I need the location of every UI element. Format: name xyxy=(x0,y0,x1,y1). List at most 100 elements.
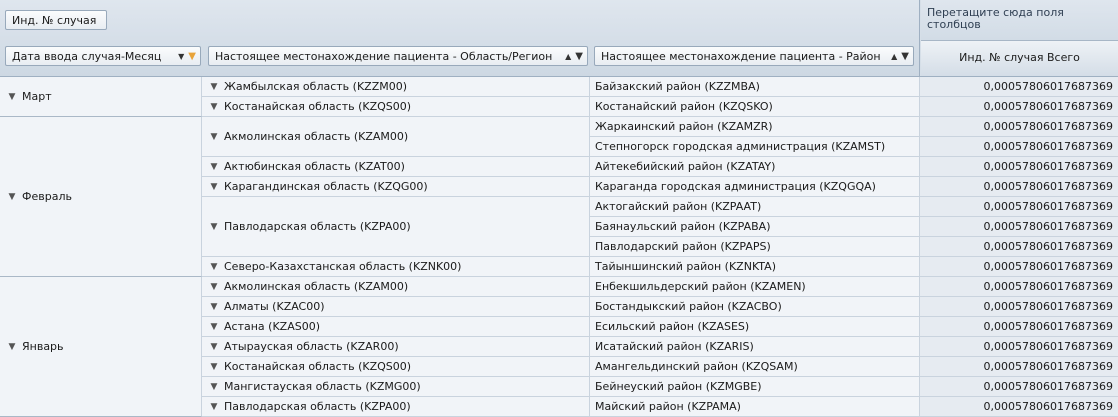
chevron-down-icon[interactable]: ▼ xyxy=(6,92,18,102)
district-row-header[interactable]: Караганда городская администрация (KZQGQ… xyxy=(590,177,920,197)
value-text: 0,00057806017687369 xyxy=(983,400,1113,413)
chevron-down-icon[interactable]: ▼ xyxy=(6,192,18,202)
district-row-header[interactable]: Исатайский район (KZARIS) xyxy=(590,337,920,357)
district-row-header[interactable]: Амангельдинский район (KZQSAM) xyxy=(590,357,920,377)
value-cell: 0,00057806017687369 xyxy=(920,337,1118,357)
chevron-down-icon[interactable]: ▼ xyxy=(208,342,220,352)
chevron-down-icon[interactable]: ▼ xyxy=(208,222,220,232)
chevron-down-icon[interactable]: ▼ xyxy=(208,282,220,292)
value-text: 0,00057806017687369 xyxy=(983,140,1113,153)
month-row-header[interactable]: ▼ Февраль xyxy=(0,117,202,277)
region-field-button[interactable]: Настоящее местонахождение пациента - Обл… xyxy=(208,46,588,66)
district-row-header[interactable]: Бейнеуский район (KZMGBE) xyxy=(590,377,920,397)
measure-header-label: Инд. № случая Всего xyxy=(959,51,1080,64)
region-label: Актюбинская область (KZAT00) xyxy=(224,160,405,173)
sort-triangle-icon[interactable]: ▲ xyxy=(565,52,571,61)
region-row-header[interactable]: ▼ Астана (KZAS00) xyxy=(202,317,590,337)
district-label: Актогайский район (KZPAAT) xyxy=(595,200,762,213)
region-label: Павлодарская область (KZPA00) xyxy=(224,400,411,413)
region-row-header[interactable]: ▼ Акмолинская область (KZAM00) xyxy=(202,117,590,157)
value-text: 0,00057806017687369 xyxy=(983,80,1113,93)
region-label: Костанайская область (KZQS00) xyxy=(224,100,412,113)
district-field-button[interactable]: Настоящее местонахождение пациента - Рай… xyxy=(594,46,914,66)
value-cell: 0,00057806017687369 xyxy=(920,177,1118,197)
pivot-grid: ▼ Март ▼ Жамбылская область (KZZM00) Байзакс… xyxy=(0,76,1118,417)
value-cell: 0,00057806017687369 xyxy=(920,157,1118,177)
district-row-header[interactable]: Байзакский район (KZZMBA) xyxy=(590,77,920,97)
region-row-header[interactable]: ▼ Павлодарская область (KZPA00) xyxy=(202,397,590,417)
month-field-button[interactable]: Дата ввода случая-Месяц ▼ ▼ xyxy=(5,46,201,66)
district-row-header[interactable]: Бостандыкский район (KZACBO) xyxy=(590,297,920,317)
month-row-header[interactable]: ▼ Январь xyxy=(0,277,202,417)
district-row-header[interactable]: Майский район (KZPAMA) xyxy=(590,397,920,417)
value-text: 0,00057806017687369 xyxy=(983,340,1113,353)
district-label: Айтекебийский район (KZATAY) xyxy=(595,160,776,173)
chevron-down-icon[interactable]: ▼ xyxy=(208,322,220,332)
district-row-header[interactable]: Актогайский район (KZPAAT) xyxy=(590,197,920,217)
district-row-header[interactable]: Баянаульский район (KZPABA) xyxy=(590,217,920,237)
chevron-down-icon[interactable]: ▼ xyxy=(6,342,18,352)
region-row-header[interactable]: ▼ Северо-Казахстанская область (KZNK00) xyxy=(202,257,590,277)
funnel-icon[interactable]: ▼ xyxy=(901,51,909,62)
region-row-header[interactable]: ▼ Карагандинская область (KZQG00) xyxy=(202,177,590,197)
region-row-header[interactable]: ▼ Атырауская область (KZAR00) xyxy=(202,337,590,357)
month-row-header[interactable]: ▼ Март xyxy=(0,77,202,117)
district-row-header[interactable]: Есильский район (KZASES) xyxy=(590,317,920,337)
district-label: Павлодарский район (KZPAPS) xyxy=(595,240,771,253)
chevron-down-icon[interactable]: ▼ xyxy=(208,402,220,412)
region-row-header[interactable]: ▼ Акмолинская область (KZAM00) xyxy=(202,277,590,297)
measure-header[interactable]: Инд. № случая Всего xyxy=(921,40,1118,76)
district-row-header[interactable]: Степногорск городская администрация (KZA… xyxy=(590,137,920,157)
chevron-down-icon[interactable]: ▼ xyxy=(208,302,220,312)
sort-triangle-icon[interactable]: ▲ xyxy=(891,52,897,61)
district-label: Майский район (KZPAMA) xyxy=(595,400,741,413)
value-cell: 0,00057806017687369 xyxy=(920,397,1118,417)
region-row-header[interactable]: ▼ Актюбинская область (KZAT00) xyxy=(202,157,590,177)
value-text: 0,00057806017687369 xyxy=(983,160,1113,173)
region-row-header[interactable]: ▼ Алматы (KZAC00) xyxy=(202,297,590,317)
district-row-header[interactable]: Костанайский район (KZQSKO) xyxy=(590,97,920,117)
district-row-header[interactable]: Енбекшильдерский район (KZAMEN) xyxy=(590,277,920,297)
chevron-down-icon[interactable]: ▼ xyxy=(208,382,220,392)
funnel-icon[interactable]: ▼ xyxy=(188,51,196,62)
region-row-header[interactable]: ▼ Костанайская область (KZQS00) xyxy=(202,357,590,377)
chevron-down-icon[interactable]: ▼ xyxy=(208,82,220,92)
region-row-header[interactable]: ▼ Жамбылская область (KZZM00) xyxy=(202,77,590,97)
district-row-header[interactable]: Жаркаинский район (KZAMZR) xyxy=(590,117,920,137)
district-row-header[interactable]: Павлодарский район (KZPAPS) xyxy=(590,237,920,257)
district-label: Баянаульский район (KZPABA) xyxy=(595,220,771,233)
value-text: 0,00057806017687369 xyxy=(983,320,1113,333)
chevron-down-icon[interactable]: ▼ xyxy=(208,162,220,172)
district-row-header[interactable]: Айтекебийский район (KZATAY) xyxy=(590,157,920,177)
value-cell: 0,00057806017687369 xyxy=(920,97,1118,117)
region-label: Атырауская область (KZAR00) xyxy=(224,340,399,353)
region-row-header[interactable]: ▼ Павлодарская область (KZPA00) xyxy=(202,197,590,257)
value-cell: 0,00057806017687369 xyxy=(920,297,1118,317)
region-row-header[interactable]: ▼ Костанайская область (KZQS00) xyxy=(202,97,590,117)
chevron-down-icon[interactable]: ▼ xyxy=(208,132,220,142)
region-label: Алматы (KZAC00) xyxy=(224,300,325,313)
value-text: 0,00057806017687369 xyxy=(983,100,1113,113)
region-label: Акмолинская область (KZAM00) xyxy=(224,130,409,143)
sort-triangle-icon[interactable]: ▼ xyxy=(178,52,184,61)
region-label: Астана (KZAS00) xyxy=(224,320,320,333)
region-label: Жамбылская область (KZZM00) xyxy=(224,80,408,93)
chevron-down-icon[interactable]: ▼ xyxy=(208,182,220,192)
region-label: Карагандинская область (KZQG00) xyxy=(224,180,428,193)
value-cell: 0,00057806017687369 xyxy=(920,117,1118,137)
case-id-field-button[interactable]: Инд. № случая xyxy=(5,10,107,30)
district-label: Амангельдинский район (KZQSAM) xyxy=(595,360,798,373)
value-cell: 0,00057806017687369 xyxy=(920,137,1118,157)
funnel-icon[interactable]: ▼ xyxy=(575,51,583,62)
value-text: 0,00057806017687369 xyxy=(983,380,1113,393)
region-row-header[interactable]: ▼ Мангистауская область (KZMG00) xyxy=(202,377,590,397)
month-label: Март xyxy=(22,90,52,103)
chevron-down-icon[interactable]: ▼ xyxy=(208,102,220,112)
value-cell: 0,00057806017687369 xyxy=(920,317,1118,337)
chevron-down-icon[interactable]: ▼ xyxy=(208,362,220,372)
column-drop-zone[interactable]: Перетащите сюда поля столбцов xyxy=(921,0,1118,40)
value-text: 0,00057806017687369 xyxy=(983,260,1113,273)
district-row-header[interactable]: Тайыншинский район (KZNKTA) xyxy=(590,257,920,277)
chevron-down-icon[interactable]: ▼ xyxy=(208,262,220,272)
region-label: Костанайская область (KZQS00) xyxy=(224,360,412,373)
